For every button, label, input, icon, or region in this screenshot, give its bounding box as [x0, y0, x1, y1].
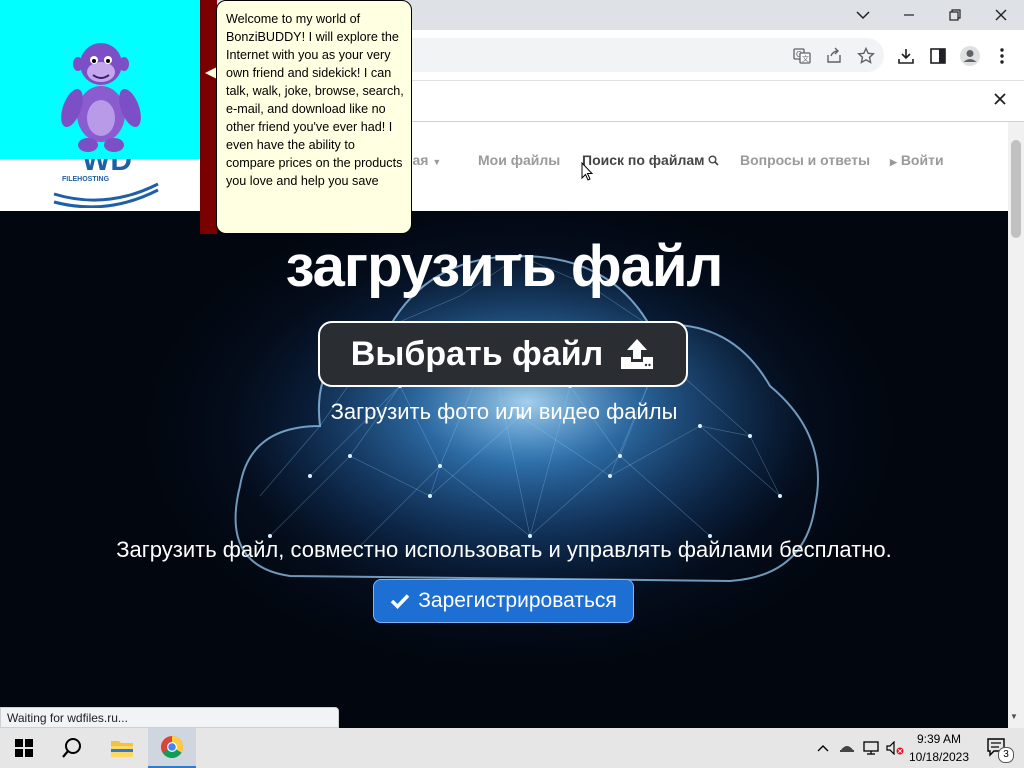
- nav-search-label: Поиск по файлам: [582, 152, 705, 168]
- windows-taskbar: 9:39 AM 10/18/2023 3: [0, 728, 1024, 768]
- tray-app-icon[interactable]: [836, 728, 858, 768]
- minimize-button[interactable]: [886, 0, 932, 30]
- clock-time: 9:39 AM: [916, 732, 962, 746]
- nav-faq[interactable]: Вопросы и ответы: [740, 152, 870, 168]
- nav-login[interactable]: ▶ Войти: [890, 152, 944, 168]
- share-icon[interactable]: [820, 42, 848, 70]
- nav-login-label: Войти: [900, 152, 944, 168]
- hero-section: загрузить файл Выбрать файл Загрузить фо…: [0, 211, 1008, 728]
- nav-my-files[interactable]: Мои файлы: [478, 152, 560, 168]
- tab-search-dropdown-icon[interactable]: [840, 0, 886, 30]
- clock-date: 10/18/2023: [908, 750, 970, 764]
- register-label: Зарегистрироваться: [418, 589, 617, 612]
- choose-file-button[interactable]: Выбрать файл: [318, 321, 688, 387]
- side-panel-icon[interactable]: [924, 42, 952, 70]
- translate-icon[interactable]: G文: [788, 42, 816, 70]
- login-arrow-icon: ▶: [890, 157, 897, 167]
- action-center-button[interactable]: 3: [978, 728, 1018, 768]
- show-hidden-icons-icon[interactable]: [812, 728, 834, 768]
- chrome-menu-icon[interactable]: [988, 42, 1016, 70]
- close-window-button[interactable]: [978, 0, 1024, 30]
- windows-start-button[interactable]: [0, 728, 48, 768]
- bonzi-speech-bubble[interactable]: Welcome to my world of BonziBUDDY! I wil…: [216, 0, 412, 234]
- scroll-down-arrow-icon[interactable]: ▼: [1010, 712, 1018, 721]
- bonzibuddy-window[interactable]: [0, 0, 200, 159]
- svg-text:文: 文: [802, 54, 809, 63]
- restore-button[interactable]: [932, 0, 978, 30]
- bonzi-gorilla-icon[interactable]: [58, 38, 144, 154]
- caret-down-icon: ▼: [432, 157, 442, 167]
- mouse-cursor-icon: [581, 162, 594, 181]
- nav-search-files[interactable]: Поиск по файлам: [582, 152, 719, 168]
- register-button[interactable]: Зарегистрироваться: [373, 579, 634, 623]
- webpage: WD FILEHOSTING ная ▼ Мои файлы Поиск по …: [0, 122, 1008, 728]
- notification-count-badge: 3: [998, 747, 1014, 763]
- scrollbar-thumb[interactable]: [1011, 140, 1021, 238]
- folder-icon: [111, 741, 133, 757]
- bonzi-window-edge: [200, 0, 217, 234]
- taskbar-clock[interactable]: 9:39 AM 10/18/2023: [904, 730, 974, 766]
- file-explorer-button[interactable]: [98, 728, 146, 768]
- hero-subtitle: Загрузить фото или видео файлы: [330, 399, 678, 424]
- taskbar-search-button[interactable]: [48, 728, 96, 768]
- bookmark-star-icon[interactable]: [852, 42, 880, 70]
- browser-status-text: Waiting for wdfiles.ru...: [0, 707, 339, 728]
- hero-title: загрузить файл: [285, 234, 724, 299]
- profile-avatar-icon[interactable]: [956, 42, 984, 70]
- upload-icon: [621, 339, 654, 369]
- windows-logo-icon: [15, 739, 33, 757]
- download-icon[interactable]: [892, 42, 920, 70]
- hero-description: Загрузить файл, совместно использовать и…: [116, 537, 892, 562]
- choose-file-label: Выбрать файл: [350, 334, 604, 373]
- infobar-close-icon[interactable]: [990, 89, 1010, 109]
- search-icon: [708, 155, 719, 166]
- volume-muted-icon[interactable]: [884, 728, 906, 768]
- network-icon[interactable]: [860, 728, 882, 768]
- search-icon: [62, 738, 81, 758]
- checkmark-icon: [390, 594, 410, 609]
- chrome-logo-icon: [161, 736, 183, 758]
- chrome-taskbar-button[interactable]: [148, 728, 196, 768]
